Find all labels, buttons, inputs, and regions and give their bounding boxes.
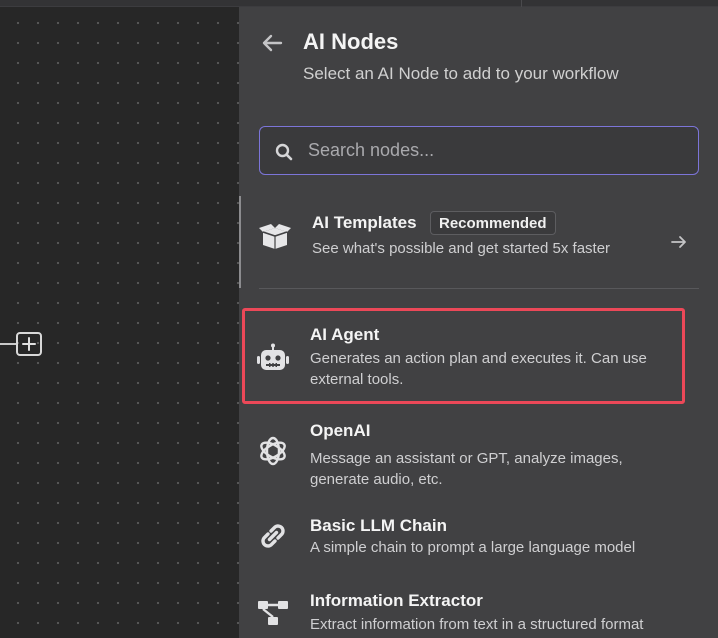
recommended-badge: Recommended [430,211,556,235]
connector-line [0,343,16,345]
search-input[interactable] [308,127,688,174]
arrow-left-icon [262,34,283,52]
node-title: Basic LLM Chain [310,516,447,535]
tree-structure-icon [256,596,290,630]
panel-title: AI Nodes [303,29,399,54]
node-item-ai-agent[interactable]: AI Agent Generates an action plan and ex… [239,312,718,400]
robot-icon [256,341,290,375]
node-description: Message an assistant or GPT, analyze ima… [310,450,623,488]
top-bar-separator [521,0,522,7]
templates-title: AI Templates [312,213,417,232]
node-description: A simple chain to prompt a large languag… [310,539,636,556]
templates-description: See what's possible and get started 5x f… [312,240,611,257]
panel-subtitle: Select an AI Node to add to your workflo… [303,64,619,83]
openai-logo-icon [256,434,290,468]
plus-icon [22,337,36,351]
templates-accent-bar [239,196,241,288]
ai-templates-item[interactable]: AI Templates Recommended See what's poss… [239,196,718,288]
workflow-canvas[interactable] [0,7,239,638]
top-bar [0,0,718,7]
add-node-button[interactable] [16,332,42,356]
node-description: Generates an action plan and executes it… [310,350,647,388]
arrow-right-icon [671,236,686,248]
search-box[interactable] [259,126,699,175]
search-icon [275,143,293,161]
section-divider [259,288,699,289]
ai-nodes-panel: AI Nodes Select an AI Node to add to you… [239,7,718,638]
app-root: AI Nodes Select an AI Node to add to you… [0,0,718,638]
node-title: Information Extractor [310,591,483,610]
node-item-information-extractor[interactable]: Information Extractor Extract informatio… [239,582,718,638]
back-button[interactable] [259,31,285,55]
link-icon [256,519,290,553]
open-box-icon [258,220,292,254]
node-item-basic-llm-chain[interactable]: Basic LLM Chain A simple chain to prompt… [239,507,718,567]
node-item-openai[interactable]: OpenAI Message an assistant or GPT, anal… [239,412,718,492]
node-title: OpenAI [310,421,371,440]
node-title: AI Agent [310,325,380,344]
node-description: Extract information from text in a struc… [310,616,644,633]
